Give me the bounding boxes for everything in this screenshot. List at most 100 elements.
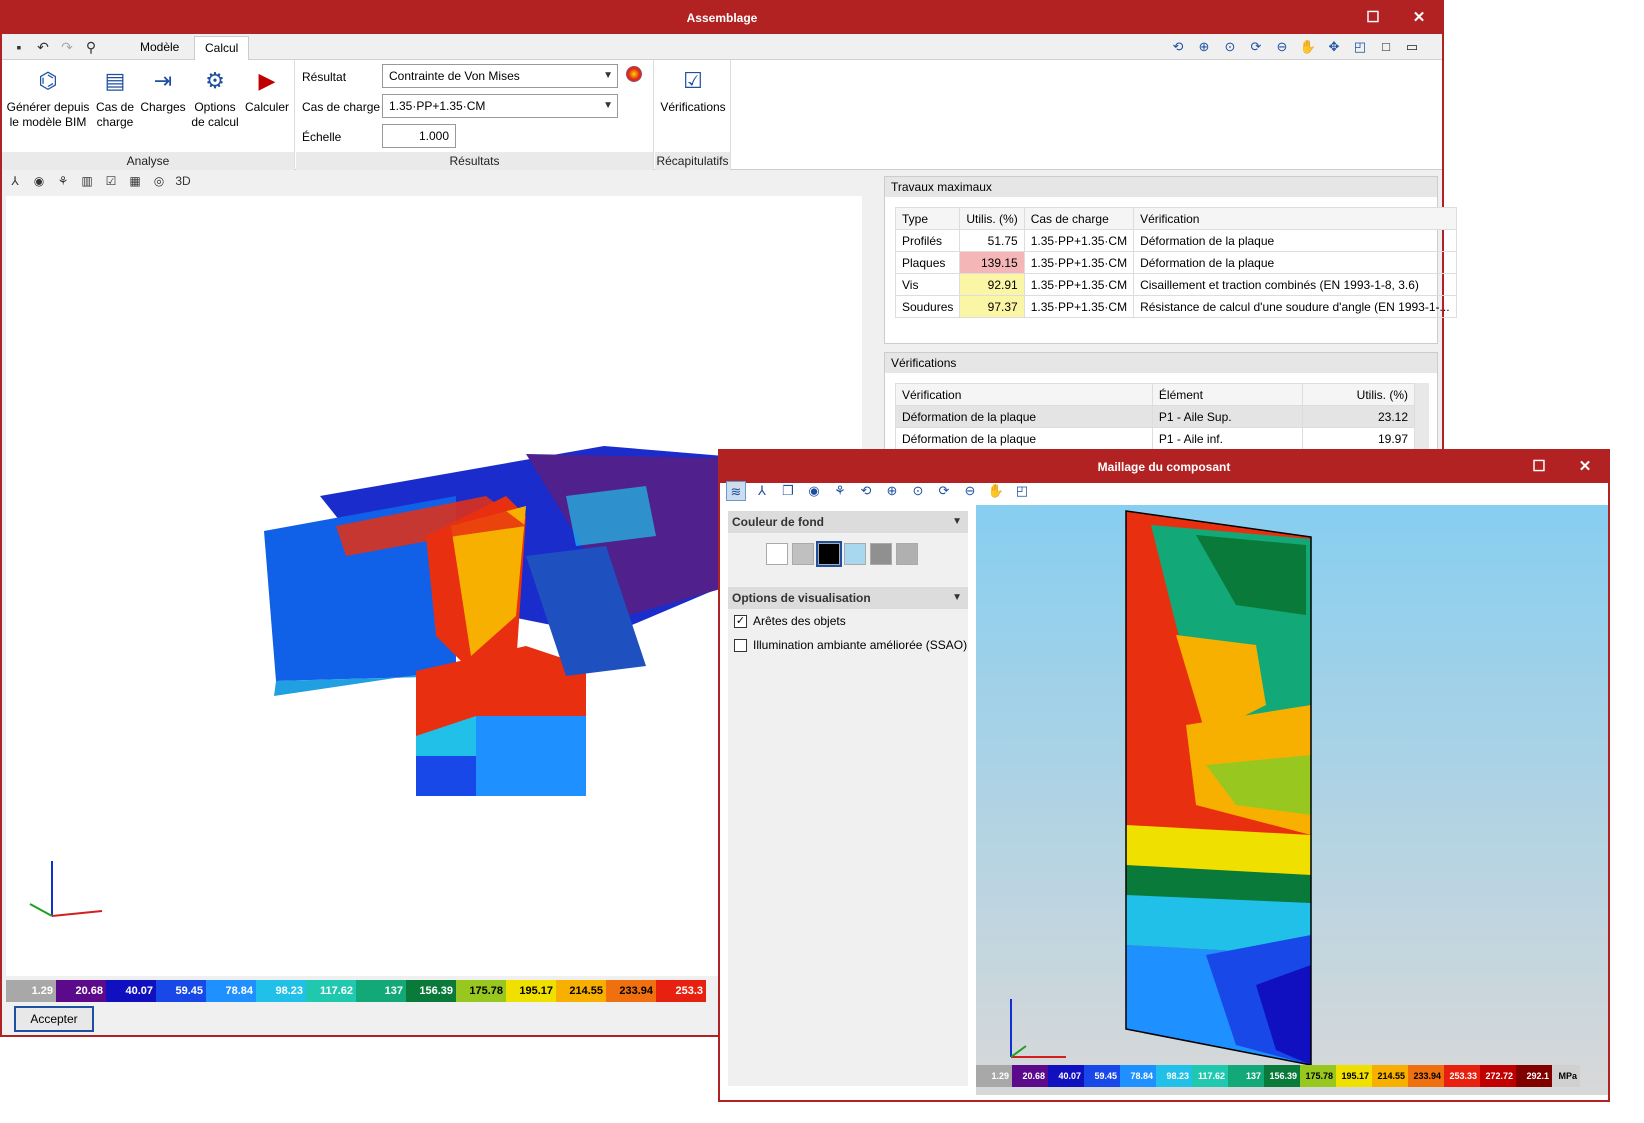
table-icon[interactable]: ▥ (78, 172, 96, 190)
load-case-icon: ▤ (104, 68, 126, 93)
nodes-icon[interactable]: ⚘ (830, 481, 850, 501)
echelle-value: 1.000 (418, 129, 449, 143)
zoom-out-icon[interactable]: ⊖ (1272, 37, 1292, 57)
load-case-button[interactable]: ▤ Cas de charge (94, 66, 136, 130)
cell-type: Soudures (894, 295, 961, 318)
legend-value: 195.17 (506, 980, 556, 1002)
table-row[interactable]: Soudures 97.37 1.35·PP+1.35·CM Résistance d… (894, 295, 1457, 318)
layers-icon[interactable]: ≋ (726, 481, 746, 501)
zoom-window-icon[interactable]: ⊙ (908, 481, 928, 501)
copy-icon[interactable]: ❐ (778, 481, 798, 501)
zoom-window-icon[interactable]: ⊙ (1220, 37, 1240, 57)
axes-icon[interactable]: ⅄ (752, 481, 772, 501)
cell-cas: 1.35·PP+1.35·CM (1023, 251, 1135, 274)
legend-value: 156.39 (406, 980, 456, 1002)
bg-color-swatch[interactable] (896, 543, 918, 565)
bg-swatches (728, 533, 968, 581)
search-icon[interactable]: ⚲ (82, 38, 100, 56)
option-checkbox-row[interactable]: Illumination ambiante améliorée (SSAO) (728, 633, 968, 657)
resultat-select[interactable]: Contrainte de Von Mises ▼ (382, 64, 618, 88)
calculate-button[interactable]: ▶ Calculer (242, 66, 292, 115)
table-row[interactable]: Vis 92.91 1.35·PP+1.35·CM Cisaillement et t… (894, 273, 1457, 296)
col-utilis: Utilis. (%) (1301, 383, 1416, 406)
tab-modele[interactable]: Modèle (130, 36, 189, 60)
loads-label: Charges (140, 100, 186, 114)
refresh-icon[interactable]: ⟳ (1246, 37, 1266, 57)
visibility-icon[interactable]: ◉ (30, 172, 48, 190)
accept-button[interactable]: Accepter (14, 1006, 94, 1032)
play-icon: ▶ (258, 68, 276, 93)
redo-icon[interactable]: ↷ (58, 38, 76, 56)
table-row[interactable]: Déformation de la plaque P1 - Aile inf. 19… (895, 427, 1416, 450)
checkbox-checked-icon[interactable]: ✓ (734, 614, 747, 628)
rotate-icon[interactable]: ⟲ (1168, 37, 1188, 57)
undo-icon[interactable]: ↶ (34, 38, 52, 56)
group-recap-label: Récapitulatifs (655, 152, 730, 170)
visibility-icon[interactable]: ◉ (804, 481, 824, 501)
bg-color-swatch[interactable] (792, 543, 814, 565)
resultat-label: Résultat (302, 70, 347, 84)
save-icon[interactable]: ▪ (10, 38, 28, 56)
cell-cas: 1.35·PP+1.35·CM (1023, 273, 1135, 296)
bg-section-header[interactable]: Couleur de fond ▼ (728, 511, 968, 533)
bg-color-swatch[interactable] (844, 543, 866, 565)
table-row[interactable]: Profilés 51.75 1.35·PP+1.35·CM Déformation … (894, 229, 1457, 252)
window-icon[interactable]: ◰ (1012, 481, 1032, 501)
view-3d-icon[interactable]: 3D (174, 172, 192, 190)
grid-icon[interactable]: ▦ (126, 172, 144, 190)
calc-options-button[interactable]: ⚙ Options de calcul (190, 66, 240, 130)
bg-color-swatch[interactable] (870, 543, 892, 565)
chevron-down-icon: ▼ (952, 516, 962, 527)
cell-type: Plaques (894, 251, 961, 274)
tab-calcul[interactable]: Calcul (194, 36, 250, 60)
mesh-viewport[interactable] (976, 505, 1608, 1095)
maximize-button[interactable]: ☐ (1516, 451, 1562, 483)
maximize-button[interactable]: ☐ (1350, 2, 1396, 34)
rotate-icon[interactable]: ⟲ (856, 481, 876, 501)
vis-section-header[interactable]: Options de visualisation ▼ (728, 587, 968, 609)
close-button[interactable]: ✕ (1396, 2, 1442, 34)
verifications-label: Vérifications (660, 100, 726, 114)
checkbox-icon[interactable] (734, 638, 747, 652)
bg-color-swatch[interactable] (766, 543, 788, 565)
legend-value: 40.07 (1048, 1065, 1084, 1087)
mesh-color-legend: 1.29 20.68 40.07 59.45 78.84 98.23 117.62 137 15… (976, 1065, 1580, 1087)
bim-generate-icon: ⌬ (38, 68, 58, 93)
move-icon[interactable]: ✥ (1324, 37, 1344, 57)
table-row[interactable]: Déformation de la plaque P1 - Aile Sup. 23… (895, 405, 1416, 428)
axes-icon[interactable]: ⅄ (6, 172, 24, 190)
pan-hand-icon[interactable]: ✋ (1298, 37, 1318, 57)
close-button[interactable]: ✕ (1562, 451, 1608, 483)
pan-hand-icon[interactable]: ✋ (986, 481, 1006, 501)
bg-color-swatch[interactable] (816, 541, 842, 567)
cell-verif: Déformation de la plaque (1133, 229, 1457, 252)
zoom-all-icon[interactable]: ⊕ (1194, 37, 1214, 57)
eye-icon[interactable]: ◎ (150, 172, 168, 190)
loads-button[interactable]: ⇥ Charges (138, 66, 188, 115)
legend-value: 175.78 (1300, 1065, 1336, 1087)
zoom-out-icon[interactable]: ⊖ (960, 481, 980, 501)
comment-icon[interactable]: ▭ (1402, 37, 1422, 57)
echelle-input[interactable]: 1.000 (382, 124, 456, 148)
chevron-down-icon: ▼ (952, 592, 962, 603)
table-row[interactable]: Plaques 139.15 1.35·PP+1.35·CM Déformation … (894, 251, 1457, 274)
calculate-label: Calculer (244, 100, 289, 114)
verifications-button[interactable]: ☑ Vérifications (657, 66, 729, 115)
color-map-icon[interactable] (626, 66, 642, 82)
nodes-icon[interactable]: ⚘ (54, 172, 72, 190)
legend-value: 175.78 (456, 980, 506, 1002)
legend-value: 233.94 (1408, 1065, 1444, 1087)
refresh-icon[interactable]: ⟳ (934, 481, 954, 501)
check-icon[interactable]: ☑ (102, 172, 120, 190)
single-view-icon[interactable]: □ (1376, 37, 1396, 57)
mesh-toolbar: ≋ ⅄ ❐ ◉ ⚘ ⟲ ⊕ ⊙ ⟳ ⊖ ✋ ◰ (726, 481, 1032, 501)
zoom-all-icon[interactable]: ⊕ (882, 481, 902, 501)
cas-label: Cas de charge (302, 100, 381, 114)
window-icon[interactable]: ◰ (1350, 37, 1370, 57)
option-checkbox-row[interactable]: ✓ Arêtes des objets (728, 609, 968, 633)
mesh-titlebar: Maillage du composant ☐ ✕ (720, 451, 1608, 483)
scrollbar[interactable] (1415, 383, 1429, 451)
cas-select[interactable]: 1.35·PP+1.35·CM ▼ (382, 94, 618, 118)
generate-bim-button[interactable]: ⌬ Générer depuis le modèle BIM (6, 66, 90, 130)
group-resultats-label: Résultats (296, 152, 653, 170)
